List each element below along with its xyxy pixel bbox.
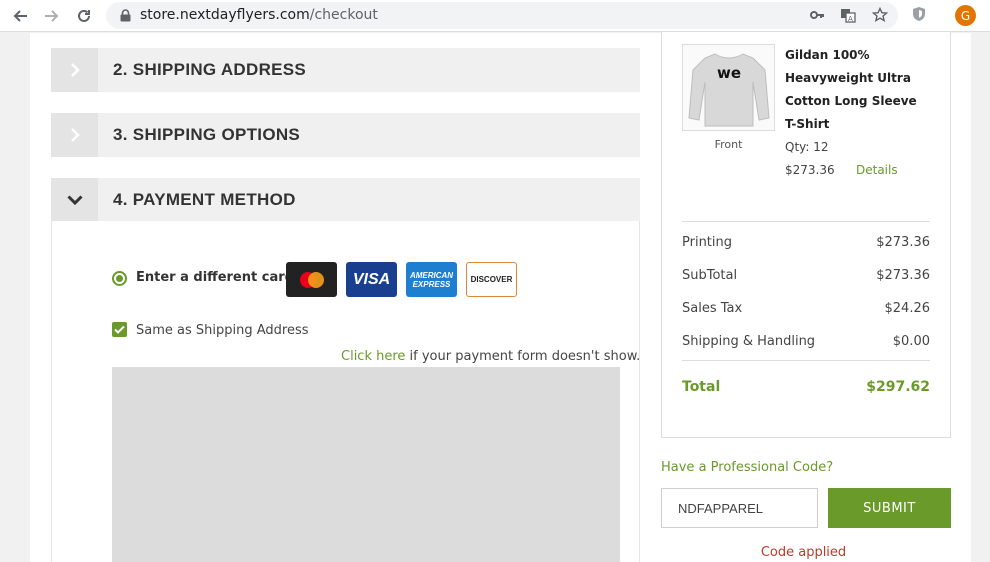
back-arrow-icon[interactable] (9, 5, 31, 27)
chevron-right-icon (51, 48, 98, 92)
shield-extension-icon[interactable] (910, 5, 928, 23)
product-image[interactable]: we (682, 44, 775, 131)
product-price: $273.36 (785, 163, 835, 177)
promo-submit-button[interactable]: SUBMIT (828, 488, 951, 528)
click-here-link[interactable]: Click here (341, 349, 405, 364)
section-title: 2. SHIPPING ADDRESS (113, 60, 307, 79)
reload-icon[interactable] (73, 5, 95, 27)
translate-icon[interactable]: A (839, 6, 857, 24)
promo-code-label[interactable]: Have a Professional Code? (661, 460, 833, 475)
address-bar[interactable]: store.nextdayflyers.com/checkout A (106, 2, 898, 29)
product-qty: Qty: 12 (785, 140, 829, 154)
payment-form-help: Click here if your payment form doesn't … (341, 349, 641, 364)
checkout-page: 2. SHIPPING ADDRESS 3. SHIPPING OPTIONS … (30, 31, 971, 562)
summary-divider (682, 221, 930, 222)
section-shipping-options[interactable]: 3. SHIPPING OPTIONS (51, 113, 640, 157)
visa-icon: VISA (346, 262, 397, 297)
star-icon[interactable] (871, 6, 889, 24)
card-option-radio[interactable] (112, 271, 127, 286)
svg-text:A: A (848, 15, 853, 23)
section-shipping-address[interactable]: 2. SHIPPING ADDRESS (51, 48, 640, 92)
lock-icon[interactable] (116, 6, 134, 24)
chevron-right-icon (51, 113, 98, 157)
browser-toolbar: store.nextdayflyers.com/checkout A G (0, 0, 990, 32)
payment-form-frame[interactable] (112, 367, 620, 562)
section-payment-method[interactable]: 4. PAYMENT METHOD (51, 178, 640, 222)
discover-icon: DISCOVER (466, 262, 517, 297)
summary-divider (682, 360, 930, 361)
svg-text:we: we (716, 64, 740, 82)
section-title: 3. SHIPPING OPTIONS (113, 125, 301, 144)
promo-status-message: Code applied (760, 545, 847, 560)
forward-arrow-icon[interactable] (41, 5, 63, 27)
product-details-link[interactable]: Details (856, 163, 898, 177)
product-name: Gildan 100% Heavyweight Ultra Cotton Lon… (785, 48, 917, 131)
section-title: 4. PAYMENT METHOD (113, 190, 296, 209)
profile-avatar[interactable]: G (955, 5, 976, 26)
card-option-label: Enter a different card (136, 270, 294, 285)
promo-code-input[interactable] (661, 488, 818, 528)
order-summary: we Front Gildan 100% Heavyweight Ultra C… (661, 31, 951, 438)
product-image-caption: Front (714, 138, 743, 151)
same-as-shipping-checkbox[interactable] (112, 322, 127, 337)
key-icon[interactable] (808, 6, 826, 24)
same-as-shipping-label: Same as Shipping Address (136, 323, 309, 338)
mastercard-icon (286, 262, 337, 297)
chevron-down-icon (51, 178, 98, 222)
amex-icon: AMERICAN EXPRESS (406, 262, 457, 297)
url-text: store.nextdayflyers.com/checkout (140, 7, 378, 23)
